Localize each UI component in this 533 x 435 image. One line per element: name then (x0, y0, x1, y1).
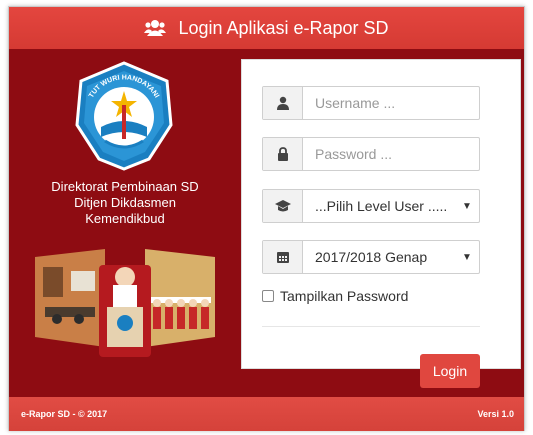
footer-version: Versi 1.0 (477, 409, 514, 419)
school-illustration (35, 249, 215, 357)
department-line-1: Direktorat Pembinaan SD (51, 179, 199, 194)
footer-copyright: e-Rapor SD - © 2017 (21, 409, 108, 419)
branding-area: TUT WURI HANDAYANI Direktorat Pembinaan … (9, 49, 241, 399)
user-icon (276, 96, 289, 110)
tut-wuri-handayani-logo: TUT WURI HANDAYANI (75, 61, 173, 171)
lock-icon (277, 147, 288, 161)
password-input[interactable]: Password ... (303, 138, 479, 170)
login-panel: Login Aplikasi e-Rapor SD TUT WURI HANDA… (8, 6, 525, 431)
semester-select[interactable]: 2017/2018 Genap ▼ (262, 240, 480, 274)
semester-select-value[interactable]: 2017/2018 Genap (303, 241, 455, 273)
chevron-down-icon[interactable]: ▼ (455, 241, 479, 273)
password-field[interactable]: Password ... (262, 137, 480, 171)
show-password-checkbox[interactable] (262, 290, 274, 302)
form-divider (262, 326, 480, 327)
username-field[interactable]: Username ... (262, 86, 480, 120)
password-addon (263, 138, 303, 170)
panel-header: Login Aplikasi e-Rapor SD (9, 7, 524, 49)
username-addon (263, 87, 303, 119)
show-password-row[interactable]: Tampilkan Password (262, 288, 408, 304)
users-icon (144, 20, 167, 36)
department-name: Direktorat Pembinaan SD Ditjen Dikdasmen… (9, 179, 241, 227)
level-addon (263, 190, 303, 222)
page-title: Login Aplikasi e-Rapor SD (178, 17, 389, 38)
semester-addon (263, 241, 303, 273)
username-input[interactable]: Username ... (303, 87, 479, 119)
department-line-2: Ditjen Dikdasmen (74, 195, 176, 210)
login-form: Username ... Password ... ...Pilih Level… (241, 59, 521, 388)
login-button[interactable]: Login (420, 354, 480, 388)
page: Login Aplikasi e-Rapor SD TUT WURI HANDA… (0, 0, 533, 435)
level-select-value[interactable]: ...Pilih Level User ..... (303, 190, 455, 222)
panel-footer: e-Rapor SD - © 2017 Versi 1.0 (9, 397, 524, 431)
level-select[interactable]: ...Pilih Level User ..... ▼ (262, 189, 480, 223)
chevron-down-icon[interactable]: ▼ (455, 190, 479, 222)
department-line-3: Kemendikbud (85, 211, 165, 226)
calendar-icon (276, 252, 289, 263)
show-password-label[interactable]: Tampilkan Password (280, 288, 408, 304)
graduation-cap-icon (274, 200, 291, 212)
